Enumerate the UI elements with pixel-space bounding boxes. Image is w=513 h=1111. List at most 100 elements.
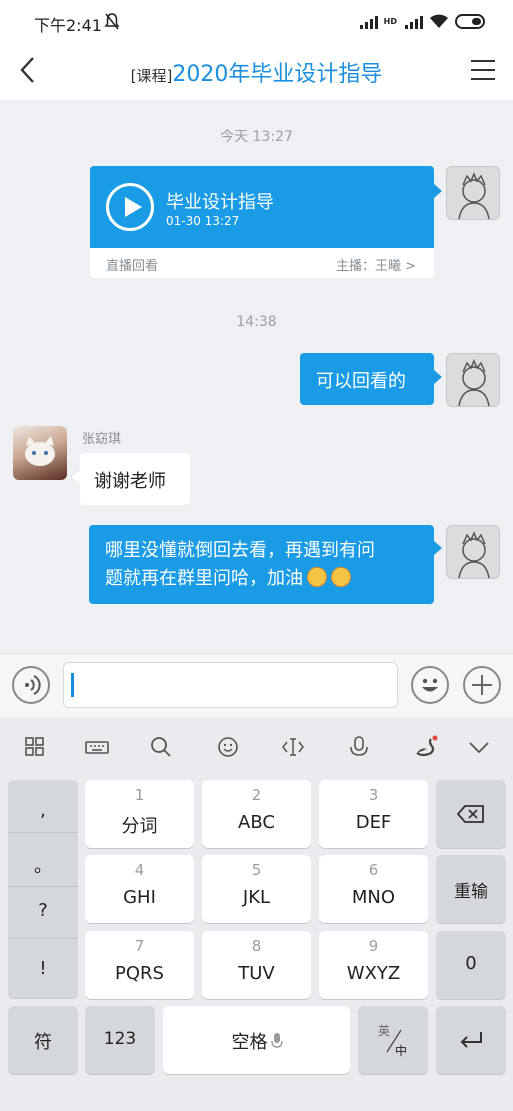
course-tag: [课程] (130, 67, 173, 85)
enter-key[interactable] (436, 1006, 506, 1074)
message-input[interactable] (63, 662, 398, 708)
live-replay-card[interactable]: 毕业设计指导 01-30 13:27 直播回看 主播：王曦 > (90, 166, 434, 278)
key-number: 9 (368, 937, 379, 955)
fist-emoji-icon (307, 567, 327, 587)
mic-icon[interactable] (346, 735, 372, 759)
bubble-tail (434, 184, 442, 198)
emoji-icon[interactable] (411, 666, 449, 704)
divider (8, 832, 78, 833)
space-key[interactable]: 空格 (163, 1006, 350, 1074)
key-4[interactable]: 4 GHI (85, 855, 194, 923)
mic-small-icon (271, 1033, 283, 1048)
hd-badge: HD (383, 16, 397, 26)
voice-glyph-icon (25, 675, 41, 695)
key-5[interactable]: 5 JKL (202, 855, 311, 923)
backspace-key[interactable] (436, 780, 506, 848)
key-number: 4 (134, 861, 145, 879)
key-7[interactable]: 7 PQRS (85, 931, 194, 999)
key-2[interactable]: 2 ABC (202, 780, 311, 848)
key-1[interactable]: 1 分词 (85, 780, 194, 848)
key-label: DEF (355, 812, 392, 833)
keyboard-toolbar (0, 717, 513, 777)
key-9[interactable]: 9 WXYZ (319, 931, 428, 999)
battery-icon (455, 14, 485, 29)
key-label: 0 (465, 953, 477, 974)
wifi-icon (430, 14, 448, 28)
bubble-tail (434, 541, 442, 555)
punct-key[interactable]: ? (8, 900, 78, 921)
host-name: 主播：王曦 (335, 259, 401, 274)
page-title: [课程]2020年毕业设计指导 (0, 56, 513, 88)
punct-key[interactable]: ! (8, 958, 78, 979)
key-8[interactable]: 8 TUV (202, 931, 311, 999)
input-bar (0, 653, 513, 717)
play-icon[interactable] (106, 183, 154, 231)
number-mode-key[interactable]: 123 (85, 1006, 155, 1074)
language-switch-key[interactable]: 英 中 (358, 1006, 428, 1074)
signal-icon (359, 15, 378, 29)
message-bubble[interactable]: 可以回看的 (300, 353, 434, 405)
host-label: 主播：王曦 > (336, 255, 416, 274)
title-bar: [课程]2020年毕业设计指导 (0, 44, 513, 100)
cursor-icon[interactable] (280, 735, 306, 759)
sender-name: 张窈琪 (82, 432, 122, 447)
swan-icon[interactable] (413, 735, 439, 759)
lang-bottom: 中 (395, 1044, 408, 1058)
teacher-avatar-icon (458, 172, 490, 219)
chat-area[interactable]: 今天 13:27 毕业设计指导 01-30 13:27 直播回看 主播：王曦 >… (0, 100, 513, 653)
bubble-tail (434, 370, 442, 384)
teacher-avatar-icon (458, 359, 490, 406)
plus-icon[interactable] (463, 666, 501, 704)
teacher-avatar-icon (458, 531, 490, 578)
avatar[interactable] (13, 426, 67, 480)
key-label: 分词 (121, 816, 158, 837)
group-name: 2020年毕业设计指导 (172, 62, 383, 87)
divider (8, 886, 78, 887)
text-caret (71, 673, 74, 697)
punct-key[interactable]: 。 (8, 852, 78, 878)
message-line: 题就再在群里问哈，加油 (105, 565, 434, 593)
status-bar: 下午2:41 HD (0, 0, 513, 44)
key-label: 重输 (454, 882, 488, 902)
key-number: 2 (251, 786, 262, 804)
key-number: 3 (368, 786, 379, 804)
punctuation-column[interactable]: , 。 ? ! (8, 780, 78, 998)
grid-icon[interactable] (22, 735, 48, 759)
key-label: 123 (103, 1029, 137, 1049)
plus-glyph-icon (472, 675, 492, 695)
divider (8, 938, 78, 939)
key-label: JKL (242, 887, 271, 908)
key-6[interactable]: 6 MNO (319, 855, 428, 923)
symbol-key[interactable]: 符 (8, 1006, 78, 1074)
timestamp: 今天 13:27 (220, 129, 293, 145)
key-number: 8 (251, 937, 262, 955)
avatar[interactable] (446, 525, 500, 579)
status-time: 下午2:41 (34, 16, 102, 35)
key-number: 5 (251, 861, 262, 879)
punct-key[interactable]: , (8, 800, 78, 821)
key-0[interactable]: 0 (436, 931, 506, 999)
collapse-icon[interactable] (466, 735, 492, 759)
search-icon[interactable] (148, 735, 174, 759)
hamburger-menu-icon[interactable] (471, 60, 495, 80)
timestamp: 14:38 (236, 314, 277, 330)
key-number: 1 (134, 786, 145, 804)
key-label: WXYZ (346, 963, 401, 984)
keyboard-icon[interactable] (84, 735, 110, 759)
chevron-right-icon: > (405, 259, 416, 274)
message-bubble[interactable]: 谢谢老师 (80, 453, 190, 505)
message-bubble[interactable]: 哪里没懂就倒回去看，再遇到有问 题就再在群里问哈，加油 (89, 525, 434, 604)
key-3[interactable]: 3 DEF (319, 780, 428, 848)
avatar[interactable] (446, 353, 500, 407)
keyboard: , 。 ? ! 1 分词 2 ABC 3 DEF 4 GHI 5 JKL 6 M… (0, 717, 513, 1111)
key-label: PQRS (115, 963, 164, 984)
reinput-key[interactable]: 重输 (436, 855, 506, 923)
avatar[interactable] (446, 166, 500, 220)
key-label: MNO (351, 887, 396, 908)
smiley-icon[interactable] (215, 735, 241, 759)
voice-icon[interactable] (12, 666, 50, 704)
message-text: 题就再在群里问哈，加油 (105, 568, 303, 589)
smiley-glyph-icon (422, 678, 438, 692)
live-time: 01-30 13:27 (166, 214, 240, 228)
message-line: 哪里没懂就倒回去看，再遇到有问 (105, 540, 375, 561)
